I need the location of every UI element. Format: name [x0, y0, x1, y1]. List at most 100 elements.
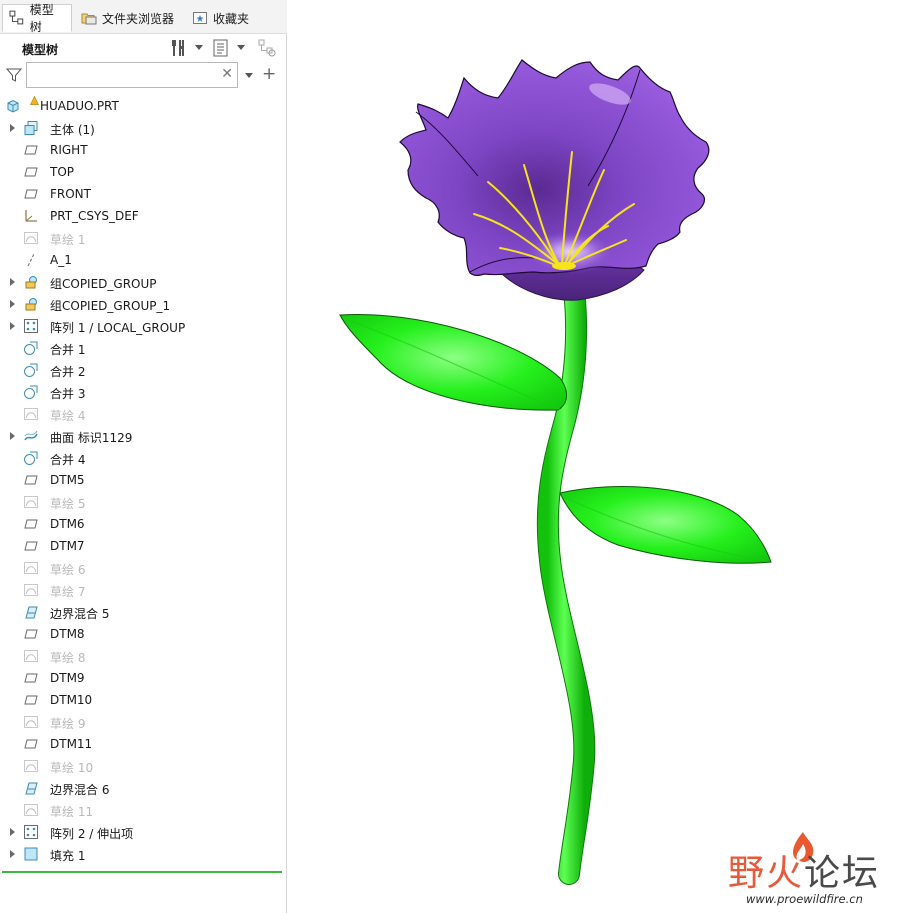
- tree-item[interactable]: DTM9: [0, 667, 287, 689]
- tree-item[interactable]: 阵列 1 / LOCAL_GROUP: [0, 315, 287, 337]
- tab-model-tree[interactable]: 模型树: [2, 3, 72, 34]
- favorites-icon: [193, 12, 207, 24]
- datum-plane-icon: [24, 629, 38, 639]
- datum-plane-icon: [24, 145, 38, 155]
- tree-item[interactable]: 合并 3: [0, 381, 287, 403]
- tree-item-label: 草绘 1: [50, 233, 86, 247]
- sketch-icon: [24, 408, 38, 420]
- datum-plane-icon: [24, 475, 38, 485]
- sketch-icon: [24, 496, 38, 508]
- group-icon: [25, 298, 37, 311]
- tree-header: 模型树: [0, 34, 287, 62]
- expand-arrow-icon[interactable]: [10, 850, 15, 858]
- feature-tree: HUADUO.PRT 主体 (1) RIGHT TOP FRONT PRT_CSYS_DE…: [0, 95, 287, 865]
- model-tree-icon: [9, 10, 24, 25]
- expand-arrow-icon[interactable]: [10, 300, 15, 308]
- show-options-caret-icon[interactable]: [237, 45, 245, 50]
- tree-item[interactable]: 主体 (1): [0, 117, 287, 139]
- tree-item-label: 阵列 2 / 伸出项: [50, 827, 134, 841]
- tree-item-label: 组COPIED_GROUP: [50, 277, 157, 291]
- tree-item[interactable]: 草绘 11: [0, 799, 287, 821]
- tree-item-label: 边界混合 5: [50, 607, 110, 621]
- boundary-blend-icon: [25, 782, 38, 795]
- expand-arrow-icon[interactable]: [10, 828, 15, 836]
- tree-item[interactable]: 草绘 8: [0, 645, 287, 667]
- tree-item-label: 草绘 11: [50, 805, 94, 819]
- tree-item[interactable]: HUADUO.PRT: [0, 95, 287, 117]
- insert-here-marker[interactable]: [2, 871, 282, 873]
- sketch-icon: [24, 232, 38, 244]
- search-input[interactable]: [31, 64, 221, 88]
- tab-label: 文件夹浏览器: [102, 11, 175, 26]
- tree-item-label: 合并 2: [50, 365, 86, 379]
- add-icon[interactable]: +: [262, 65, 276, 83]
- expand-arrow-icon[interactable]: [10, 278, 15, 286]
- clear-icon[interactable]: ✕: [221, 66, 233, 82]
- tree-filter-settings-icon[interactable]: [257, 38, 277, 58]
- tree-item[interactable]: DTM5: [0, 469, 287, 491]
- tree-item[interactable]: DTM11: [0, 733, 287, 755]
- tree-item[interactable]: 边界混合 5: [0, 601, 287, 623]
- watermark-title: 野火论坛: [728, 844, 880, 896]
- datum-plane-icon: [24, 189, 38, 199]
- pattern-icon: [24, 825, 38, 839]
- graphics-viewport[interactable]: 野火论坛 www.proewildfire.cn: [288, 0, 915, 913]
- tree-item[interactable]: DTM7: [0, 535, 287, 557]
- watermark-title-part1: 野火: [728, 853, 805, 894]
- tree-item[interactable]: 草绘 4: [0, 403, 287, 425]
- tree-item[interactable]: 草绘 1: [0, 227, 287, 249]
- tree-item-label: 草绘 5: [50, 497, 86, 511]
- tree-item[interactable]: 曲面 标识1129: [0, 425, 287, 447]
- tree-item-label: PRT_CSYS_DEF: [50, 209, 139, 223]
- show-options-icon[interactable]: [211, 38, 231, 58]
- tree-item-label: A_1: [50, 253, 72, 267]
- tree-item[interactable]: 草绘 7: [0, 579, 287, 601]
- watermark-title-part2: 论坛: [804, 853, 881, 894]
- expand-arrow-icon[interactable]: [10, 322, 15, 330]
- tree-item-label: 草绘 10: [50, 761, 94, 775]
- expand-arrow-icon[interactable]: [10, 432, 15, 440]
- fill-icon: [24, 847, 38, 861]
- tree-item[interactable]: 组COPIED_GROUP_1: [0, 293, 287, 315]
- leaf-left: [339, 313, 567, 411]
- search-history-caret-icon[interactable]: [245, 73, 253, 78]
- tree-item[interactable]: PRT_CSYS_DEF: [0, 205, 287, 227]
- flower-model[interactable]: [288, 0, 915, 913]
- group-icon: [25, 276, 37, 289]
- expand-arrow-icon[interactable]: [10, 124, 15, 132]
- tree-item[interactable]: 边界混合 6: [0, 777, 287, 799]
- tree-item[interactable]: DTM10: [0, 689, 287, 711]
- tree-item[interactable]: 草绘 5: [0, 491, 287, 513]
- tree-item[interactable]: 合并 4: [0, 447, 287, 469]
- tree-item-label: 合并 4: [50, 453, 86, 467]
- tree-item-label: FRONT: [50, 187, 91, 201]
- tree-item[interactable]: TOP: [0, 161, 287, 183]
- tree-item[interactable]: 阵列 2 / 伸出项: [0, 821, 287, 843]
- tree-item[interactable]: 草绘 10: [0, 755, 287, 777]
- tree-item[interactable]: RIGHT: [0, 139, 287, 161]
- tree-item-label: 阵列 1 / LOCAL_GROUP: [50, 321, 186, 335]
- sketch-icon: [24, 650, 38, 662]
- settings-caret-icon[interactable]: [195, 45, 203, 50]
- folder-browser-icon: [81, 13, 97, 25]
- tree-item[interactable]: DTM8: [0, 623, 287, 645]
- filter-icon[interactable]: [6, 67, 22, 83]
- tree-item[interactable]: DTM6: [0, 513, 287, 535]
- tree-item-label: 主体 (1): [50, 123, 95, 137]
- tree-item[interactable]: 组COPIED_GROUP: [0, 271, 287, 293]
- tree-item[interactable]: 草绘 6: [0, 557, 287, 579]
- tree-item[interactable]: FRONT: [0, 183, 287, 205]
- tree-item-label: 草绘 8: [50, 651, 86, 665]
- tree-item[interactable]: 草绘 9: [0, 711, 287, 733]
- tree-item[interactable]: A_1: [0, 249, 287, 271]
- tree-item-label: 曲面 标识1129: [50, 431, 133, 445]
- tree-item[interactable]: 合并 2: [0, 359, 287, 381]
- settings-tools-icon[interactable]: [169, 38, 189, 58]
- search-row: ✕ +: [0, 62, 287, 90]
- tree-item[interactable]: 合并 1: [0, 337, 287, 359]
- tree-item-label: 合并 1: [50, 343, 86, 357]
- tree-item[interactable]: 填充 1: [0, 843, 287, 865]
- tree-item-label: 边界混合 6: [50, 783, 110, 797]
- tab-favorites[interactable]: 收藏夹: [186, 4, 256, 32]
- tab-folder-browser[interactable]: 文件夹浏览器: [75, 4, 181, 32]
